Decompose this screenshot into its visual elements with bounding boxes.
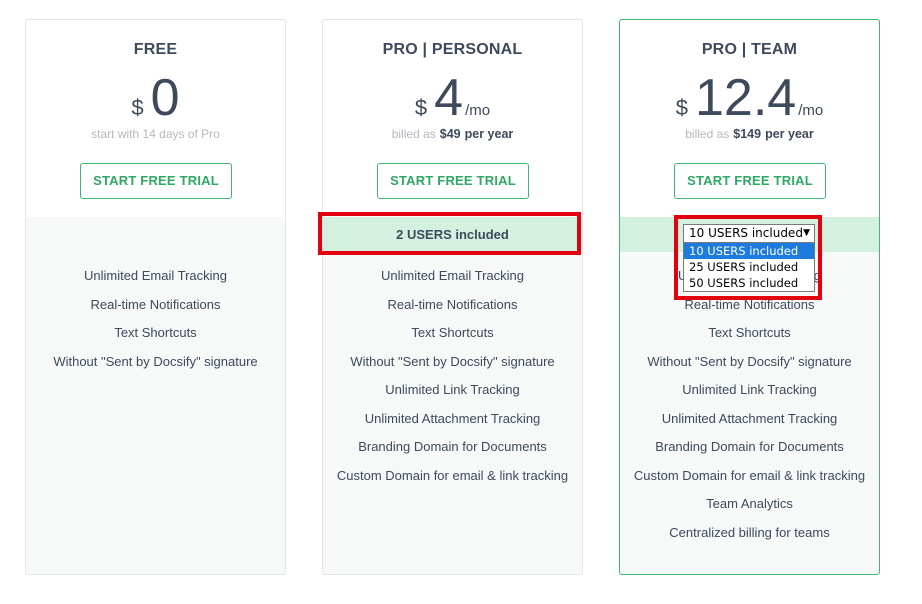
plan-name: FREE [133, 41, 178, 58]
billed-amount: $149 [733, 127, 762, 141]
feature-item: Unlimited Link Tracking [682, 382, 817, 397]
billed-prefix: billed as [685, 127, 730, 141]
dropdown-arrow-icon: ▼ [803, 228, 810, 238]
users-select[interactable]: 10 USERS included ▼ [683, 224, 815, 243]
plan-header: PRO | TEAM $12.4/mo billed as $149 per yea… [620, 20, 879, 217]
feature-item: Custom Domain for email & link tracking [633, 467, 866, 483]
feature-item: Custom Domain for email & link tracking [336, 467, 569, 483]
feature-item: Without "Sent by Docsify" signature [350, 353, 555, 369]
price-amount: 12.4 [695, 69, 797, 127]
users-included-label: 2 USERS included [323, 217, 582, 252]
price: $12.4/mo [620, 70, 879, 126]
feature-item: Real-time Notifications [90, 296, 221, 312]
currency-symbol: $ [675, 95, 688, 120]
price-period: /mo [798, 102, 824, 119]
currency-symbol: $ [414, 95, 428, 120]
plan-header: PRO | PERSONAL $4/mo billed as $49 per yea… [323, 20, 582, 217]
plan-name: PRO | TEAM [701, 41, 798, 58]
feature-item: Team Analytics [706, 496, 793, 511]
feature-item: Text Shortcuts [708, 325, 791, 340]
billing-note: billed as $49 per year [323, 127, 582, 141]
users-option-50[interactable]: 50 USERS included [684, 275, 814, 291]
start-free-trial-button[interactable]: START FREE TRIAL [674, 163, 826, 199]
plan-header: FREE $0 start with 14 days of Pro START … [26, 20, 285, 217]
feature-item: Text Shortcuts [411, 325, 494, 340]
billed-prefix: billed as [391, 127, 436, 141]
price: $4/mo [323, 70, 582, 126]
billed-suffix: per year [464, 127, 514, 141]
billed-suffix: per year [765, 127, 814, 141]
feature-item: Branding Domain for Documents [655, 439, 844, 454]
billing-note: billed as $149 per year [620, 127, 879, 141]
feature-list: Unlimited Email Tracking Real-time Notif… [620, 265, 879, 550]
feature-item: Without "Sent by Docsify" signature [647, 353, 852, 369]
price: $0 [26, 70, 285, 126]
billed-amount: $49 [439, 127, 461, 141]
feature-item: Without "Sent by Docsify" signature [53, 353, 258, 369]
feature-item: Unlimited Attachment Tracking [364, 410, 541, 426]
feature-item: Unlimited Link Tracking [385, 382, 520, 397]
plan-card-pro-team: PRO | TEAM $12.4/mo billed as $149 per yea… [619, 19, 880, 575]
start-free-trial-button[interactable]: START FREE TRIAL [377, 163, 529, 199]
currency-symbol: $ [131, 95, 144, 120]
feature-item: Unlimited Email Tracking [380, 268, 525, 283]
feature-list: Unlimited Email Tracking Real-time Notif… [26, 265, 285, 379]
feature-item: Unlimited Email Tracking [83, 268, 228, 283]
price-period: /mo [465, 102, 491, 119]
price-amount: 4 [434, 69, 464, 127]
plan-name: PRO | PERSONAL [382, 41, 523, 58]
price-amount: 0 [150, 69, 180, 127]
start-free-trial-button[interactable]: START FREE TRIAL [80, 163, 232, 199]
plan-card-pro-personal: PRO | PERSONAL $4/mo billed as $49 per yea… [322, 19, 583, 575]
plan-card-free: FREE $0 start with 14 days of Pro START … [25, 19, 286, 575]
users-select-dropdown: 10 USERS included 25 USERS included 50 U… [683, 242, 815, 292]
feature-item: Unlimited Attachment Tracking [661, 410, 838, 426]
feature-item: Centralized billing for teams [669, 524, 830, 540]
trial-note: start with 14 days of Pro [91, 127, 220, 141]
users-option-10[interactable]: 10 USERS included [684, 243, 814, 259]
feature-item: Text Shortcuts [114, 325, 197, 340]
feature-list: Unlimited Email Tracking Real-time Notif… [323, 265, 582, 493]
feature-item: Real-time Notifications [684, 296, 815, 312]
feature-item: Real-time Notifications [387, 296, 518, 312]
feature-item: Branding Domain for Documents [358, 439, 547, 454]
users-option-25[interactable]: 25 USERS included [684, 259, 814, 275]
users-select-value: 10 USERS included [689, 226, 803, 240]
